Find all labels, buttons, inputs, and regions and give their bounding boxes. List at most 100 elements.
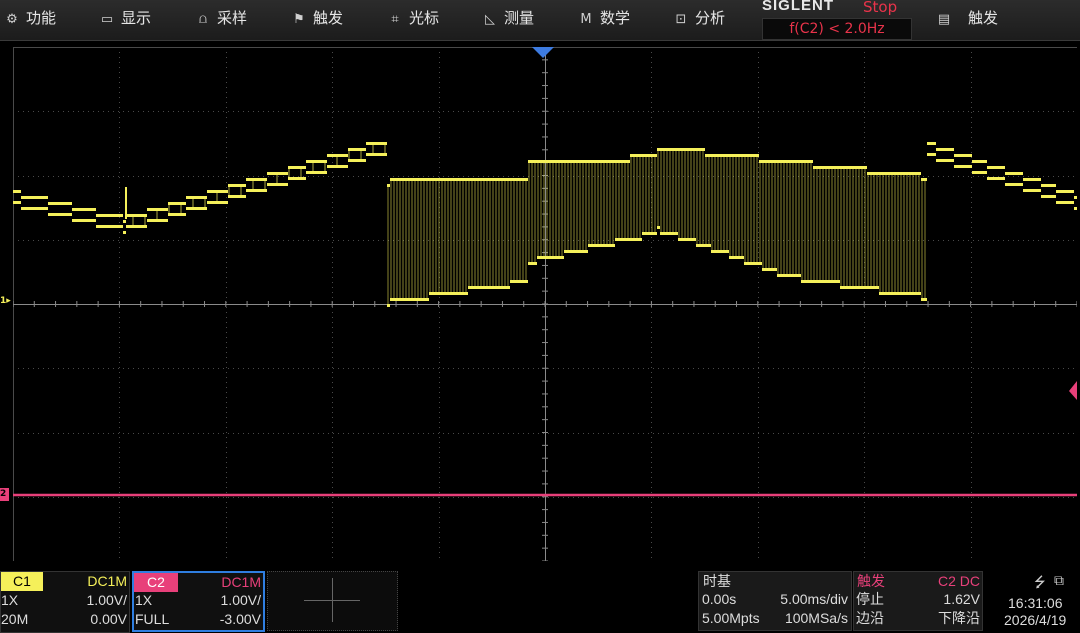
ch1-sample-dot — [219, 190, 222, 193]
ch1-sample-dot — [54, 202, 57, 205]
ch1-sample-dot — [336, 154, 339, 157]
menu-acquire[interactable]: ⩍ 采样 — [195, 0, 247, 36]
ch1-sample-dot — [993, 177, 996, 180]
ch1-sample-dot — [762, 268, 765, 271]
ch1-sample-dot — [828, 280, 831, 283]
ch1-sample-dot — [951, 159, 954, 162]
ch1-sample-dot — [495, 286, 498, 289]
ch1-sample-dot — [792, 274, 795, 277]
waveform-display[interactable] — [13, 47, 1077, 561]
ch1-sample-dot — [471, 178, 474, 181]
ch1-sample-dot — [651, 154, 654, 157]
ch1-sample-dot — [654, 232, 657, 235]
ch1-sample-dot — [864, 286, 867, 289]
ch1-sample-dot — [858, 286, 861, 289]
ch1-sample-dot — [408, 298, 411, 301]
ch1-sample-dot — [780, 274, 783, 277]
ch1-sample-dot — [918, 292, 921, 295]
ch1-sample-dot — [354, 148, 357, 151]
acquire-icon: ⩍ — [198, 12, 208, 27]
ch1-sample-dot — [147, 219, 150, 222]
menu-trigger[interactable]: ⚑ 触发 — [291, 0, 343, 36]
trigger-panel[interactable]: 触发 C2 DC 停止 1.62V 边沿 下降沿 — [853, 571, 983, 631]
trigger-source: C2 DC — [937, 573, 980, 589]
ch1-sample-dot — [978, 160, 981, 163]
menu-analyze[interactable]: ⊡ 分析 — [673, 0, 725, 36]
ch1-sample-dot — [999, 166, 1002, 169]
ch1-sample-dot — [801, 280, 804, 283]
ch1-bandwidth: 20M — [1, 611, 29, 627]
ch1-sample-dot — [1065, 201, 1068, 204]
ch1-offset-marker[interactable]: 1▸ — [0, 296, 11, 306]
ch1-sample-dot — [678, 148, 681, 151]
ch1-sample-dot — [492, 178, 495, 181]
ch1-sample-dot — [513, 178, 516, 181]
ch1-sample-dot — [405, 298, 408, 301]
ch1-sample-dot — [363, 159, 366, 162]
run-status[interactable]: Stop — [863, 0, 897, 16]
ch1-sample-dot — [99, 225, 102, 228]
ch1-sample-dot — [810, 280, 813, 283]
menu-trigger-panel-label: 触发 — [968, 9, 999, 27]
ch1-settings-panel[interactable]: C1 DC1M 1X 1.00V/ 20M 0.00V — [0, 571, 130, 633]
ch1-sample-dot — [744, 154, 747, 157]
ch1-sample-dot — [762, 160, 765, 163]
menu-trigger-panel[interactable]: ▤ 触发 — [936, 0, 998, 36]
ch1-sample-dot — [468, 286, 471, 289]
ch1-sample-dot — [108, 225, 111, 228]
ch1-sample-dot — [633, 154, 636, 157]
ch1-sample-dot — [921, 178, 924, 181]
add-channel-slot[interactable] — [267, 571, 398, 631]
ch1-sample-dot — [825, 166, 828, 169]
ch1-sample-dot — [441, 292, 444, 295]
ch1-sample-dot — [843, 286, 846, 289]
menu-measure[interactable]: ◺ 测量 — [482, 0, 534, 36]
menu-function[interactable]: ⚙ 功能 — [4, 0, 56, 36]
ch1-sample-dot — [684, 148, 687, 151]
ch1-sample-dot — [207, 201, 210, 204]
ch1-sample-dot — [1029, 189, 1032, 192]
ch1-sample-dot — [693, 148, 696, 151]
ch1-sample-dot — [1047, 195, 1050, 198]
ch1-sample-dot — [894, 172, 897, 175]
ch1-sample-dot — [717, 250, 720, 253]
ch1-sample-dot — [81, 219, 84, 222]
ch1-sample-dot — [501, 286, 504, 289]
ch1-sample-dot — [333, 165, 336, 168]
ch1-sample-dot — [957, 154, 960, 157]
ch2-settings-panel[interactable]: C2 DC1M 1X 1.00V/ FULL -3.00V — [132, 571, 265, 632]
ch1-sample-dot — [939, 159, 942, 162]
ch1-sample-dot — [459, 292, 462, 295]
ch1-sample-dot — [504, 178, 507, 181]
ch1-sample-dot — [393, 178, 396, 181]
ch1-sample-dot — [24, 196, 27, 199]
ch1-sample-dot — [987, 177, 990, 180]
ch1-sample-dot — [180, 202, 183, 205]
ch1-sample-dot — [699, 244, 702, 247]
ch1-sample-dot — [117, 225, 120, 228]
ch1-sample-dot — [555, 160, 558, 163]
ch1-sample-dot — [567, 250, 570, 253]
ch1-sample-dot — [1047, 184, 1050, 187]
menu-math[interactable]: M 数学 — [578, 0, 630, 36]
ch1-sample-dot — [564, 250, 567, 253]
ch1-sample-dot — [612, 160, 615, 163]
ch1-sample-dot — [1065, 190, 1068, 193]
ch1-sample-dot — [408, 178, 411, 181]
ch1-sample-dot — [702, 244, 705, 247]
ch2-offset-marker[interactable]: 2 — [0, 488, 9, 501]
ch1-sample-dot — [981, 171, 984, 174]
ch1-sample-dot — [462, 178, 465, 181]
ch1-sample-dot — [858, 166, 861, 169]
ch1-sample-dot — [90, 208, 93, 211]
ch1-sample-dot — [522, 280, 525, 283]
ch1-sample-dot — [279, 172, 282, 175]
menu-display[interactable]: ▭ 显示 — [99, 0, 151, 36]
ch1-sample-dot — [912, 172, 915, 175]
ch1-sample-dot — [342, 154, 345, 157]
timebase-panel[interactable]: 时基 0.00s 5.00ms/div 5.00Mpts 100MSa/s — [698, 571, 852, 631]
ch1-sample-dot — [252, 178, 255, 181]
ch1-sample-dot — [396, 298, 399, 301]
ch1-sample-dot — [333, 154, 336, 157]
menu-cursor[interactable]: ⌗ 光标 — [387, 0, 439, 36]
